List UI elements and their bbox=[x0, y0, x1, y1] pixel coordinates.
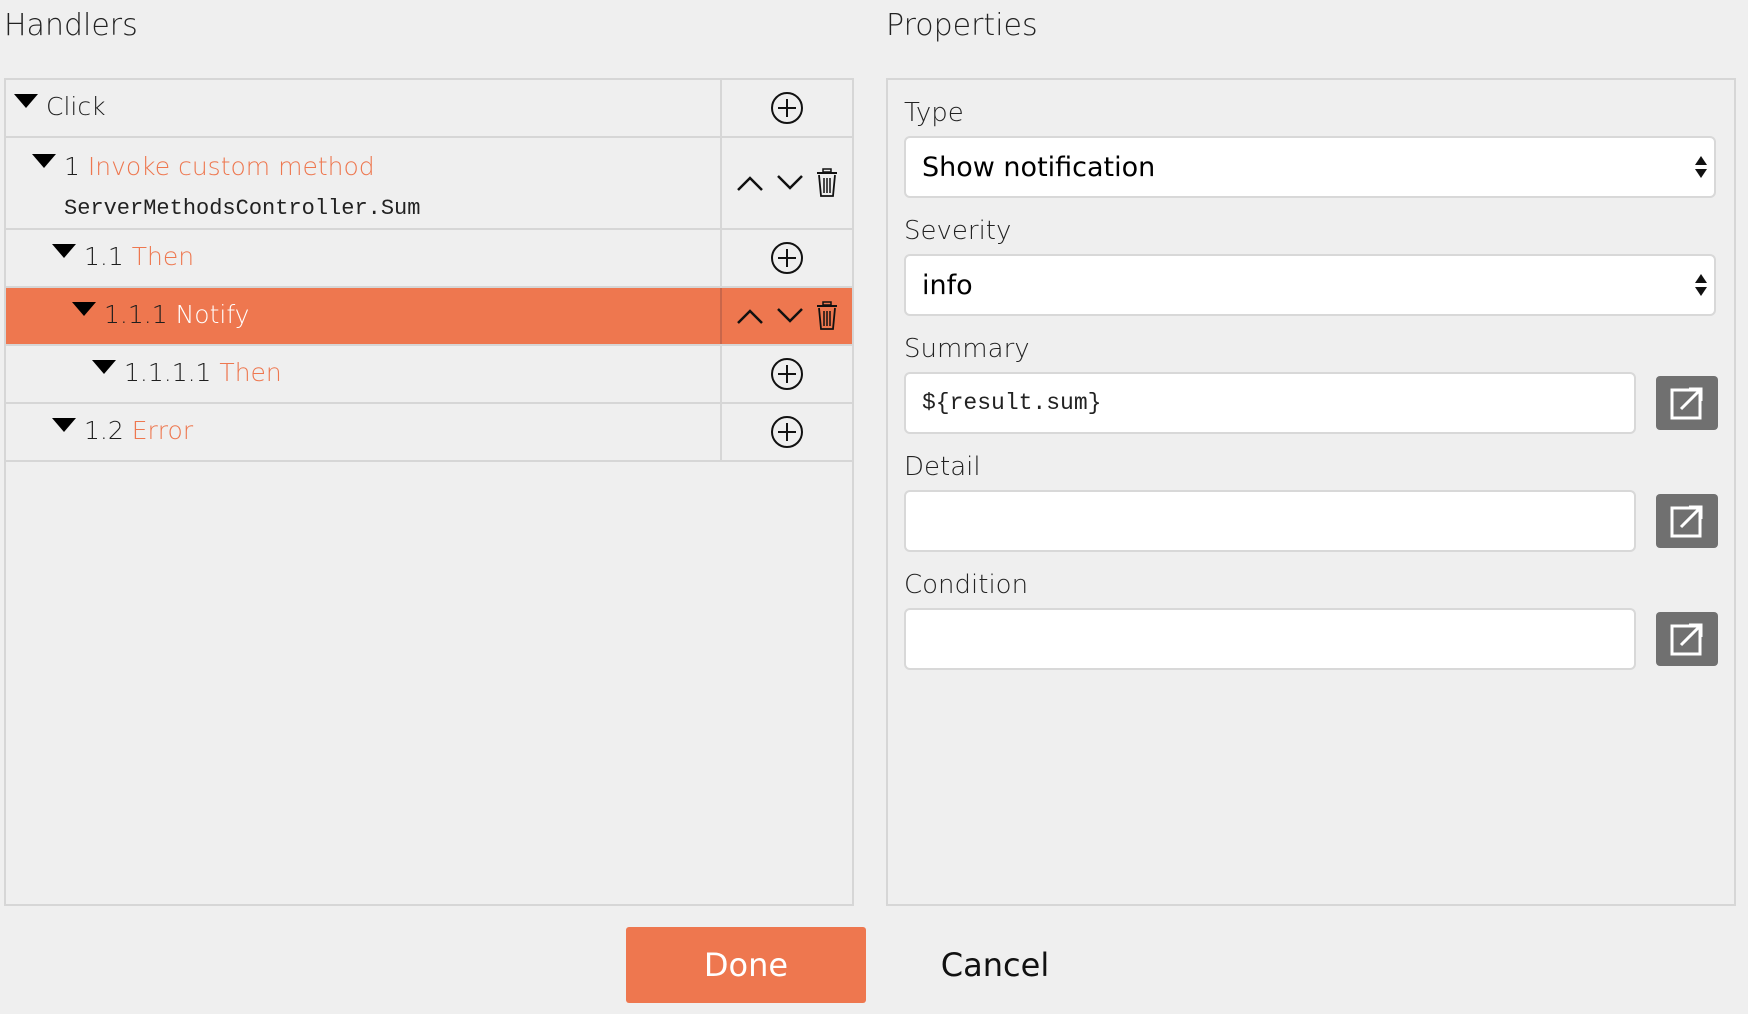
select-arrows-icon bbox=[1695, 274, 1707, 296]
tree-row-kind: Notify bbox=[175, 300, 250, 329]
tree-row-kind: Invoke custom method bbox=[87, 152, 375, 181]
external-edit-icon bbox=[1670, 387, 1703, 420]
chevron-down-icon[interactable] bbox=[775, 306, 805, 326]
severity-select-value: info bbox=[922, 269, 973, 301]
summary-editor-button[interactable] bbox=[1656, 376, 1718, 430]
detail-input[interactable] bbox=[904, 490, 1636, 552]
tree-row-then[interactable]: 1.1 Then bbox=[6, 230, 852, 288]
chevron-down-icon[interactable] bbox=[775, 173, 805, 193]
tree-row-kind: Then bbox=[219, 358, 282, 387]
tree-row-label[interactable]: 1.1.1 Notify bbox=[6, 288, 722, 344]
caret-down-icon[interactable] bbox=[92, 360, 116, 374]
tree-row-number: 1.1 bbox=[84, 242, 124, 271]
tree-row-notify[interactable]: 1.1.1 Notify bbox=[6, 288, 852, 346]
tree-row-click[interactable]: Click bbox=[6, 80, 852, 138]
caret-down-icon[interactable] bbox=[52, 418, 76, 432]
tree-row-kind: Error bbox=[131, 416, 194, 445]
properties-title: Properties bbox=[886, 8, 1038, 43]
chevron-up-icon[interactable] bbox=[735, 306, 765, 326]
tree-row-number: 1.1.1 bbox=[104, 300, 168, 329]
tree-row-actions bbox=[722, 346, 852, 402]
trash-icon[interactable] bbox=[815, 168, 839, 198]
condition-editor-button[interactable] bbox=[1656, 612, 1718, 666]
detail-label: Detail bbox=[904, 452, 981, 482]
external-edit-icon bbox=[1670, 623, 1703, 656]
tree-row-error[interactable]: 1.2 Error bbox=[6, 404, 852, 462]
detail-editor-button[interactable] bbox=[1656, 494, 1718, 548]
tree-row-actions bbox=[722, 80, 852, 136]
tree-row-number: 1.2 bbox=[84, 416, 124, 445]
select-arrows-icon bbox=[1695, 156, 1707, 178]
tree-row-kind: Then bbox=[131, 242, 195, 271]
tree-row-label[interactable]: 1.1.1.1 Then bbox=[6, 346, 722, 402]
tree-row-actions bbox=[722, 138, 852, 228]
handlers-title: Handlers bbox=[4, 8, 138, 43]
plus-circle-icon[interactable] bbox=[770, 415, 804, 449]
tree-row-label[interactable]: Click bbox=[6, 80, 722, 136]
done-button[interactable]: Done bbox=[626, 927, 866, 1003]
plus-circle-icon[interactable] bbox=[770, 357, 804, 391]
caret-down-icon[interactable] bbox=[14, 94, 38, 108]
type-label: Type bbox=[904, 98, 964, 128]
caret-down-icon[interactable] bbox=[72, 302, 96, 316]
tree-row-label[interactable]: 1.2 Error bbox=[6, 404, 722, 460]
method-name: ServerMethodsController.Sum bbox=[64, 196, 421, 221]
severity-select[interactable]: info bbox=[904, 254, 1716, 316]
properties-panel: Type Show notification Severity info Sum… bbox=[886, 78, 1736, 906]
plus-circle-icon[interactable] bbox=[770, 241, 804, 275]
summary-input[interactable]: ${result.sum} bbox=[904, 372, 1636, 434]
summary-label: Summary bbox=[904, 334, 1030, 364]
tree-row-label[interactable]: 1.1 Then bbox=[6, 230, 722, 286]
severity-label: Severity bbox=[904, 216, 1012, 246]
type-select[interactable]: Show notification bbox=[904, 136, 1716, 198]
tree-row-invoke[interactable]: 1 Invoke custom method ServerMethodsCont… bbox=[6, 138, 852, 230]
tree-row-actions bbox=[722, 288, 852, 344]
condition-label: Condition bbox=[904, 570, 1029, 600]
condition-input[interactable] bbox=[904, 608, 1636, 670]
caret-down-icon[interactable] bbox=[52, 244, 76, 258]
tree-row-label[interactable]: 1 Invoke custom method ServerMethodsCont… bbox=[6, 138, 722, 228]
tree-row-then-nested[interactable]: 1.1.1.1 Then bbox=[6, 346, 852, 404]
plus-circle-icon[interactable] bbox=[770, 91, 804, 125]
trash-icon[interactable] bbox=[815, 301, 839, 331]
type-select-value: Show notification bbox=[922, 151, 1156, 183]
tree-row-actions bbox=[722, 230, 852, 286]
tree-row-number: 1.1.1.1 bbox=[124, 358, 212, 387]
tree-row-actions bbox=[722, 404, 852, 460]
caret-down-icon[interactable] bbox=[32, 154, 56, 168]
cancel-button[interactable]: Cancel bbox=[940, 927, 1050, 1003]
handlers-panel: Click 1 Invoke custom method ServerMetho… bbox=[4, 78, 854, 906]
external-edit-icon bbox=[1670, 505, 1703, 538]
tree-row-number: 1 bbox=[64, 152, 80, 181]
chevron-up-icon[interactable] bbox=[735, 173, 765, 193]
tree-row-text: Click bbox=[46, 92, 106, 121]
